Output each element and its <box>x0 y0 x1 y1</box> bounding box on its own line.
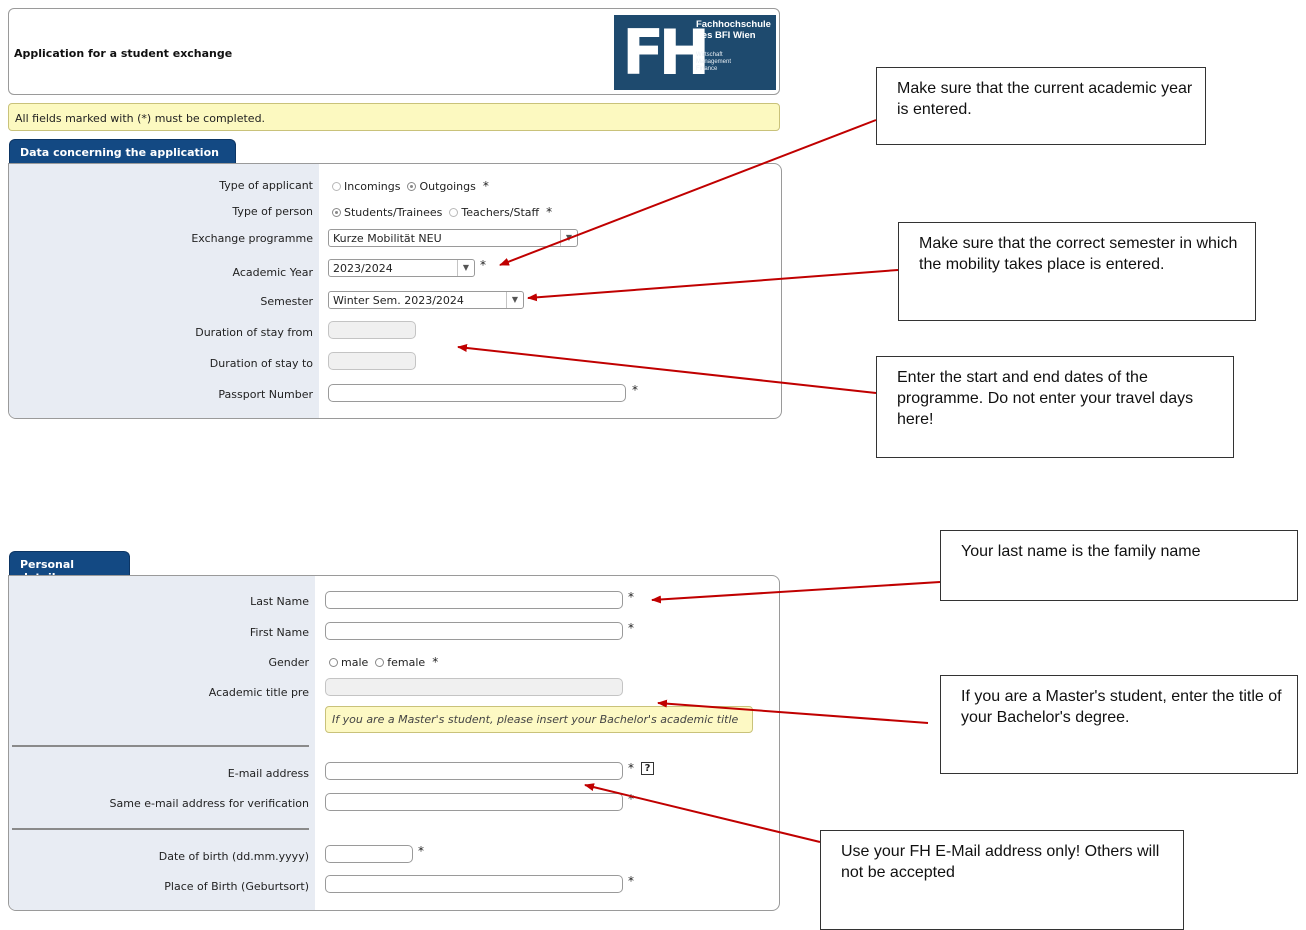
annotation-arrows <box>457 119 941 843</box>
arrow-academic-year <box>499 119 877 266</box>
arrow-academic-title <box>657 699 929 724</box>
arrow-email <box>584 783 821 843</box>
arrow-dates <box>457 344 877 394</box>
arrow-last-name <box>651 581 941 604</box>
arrow-semester <box>527 269 899 302</box>
